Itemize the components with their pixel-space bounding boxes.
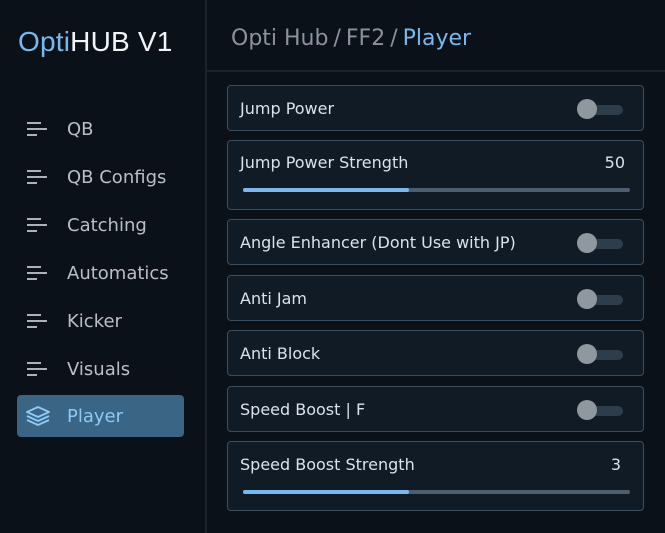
breadcrumb-current: Player bbox=[402, 26, 472, 51]
angle-enhancer-label: Angle Enhancer (Dont Use with JP) bbox=[240, 233, 516, 252]
list-icon bbox=[25, 167, 51, 187]
header: Opti Hub / FF2/Player bbox=[207, 0, 665, 72]
toggle-knob bbox=[577, 233, 597, 253]
sidebar-item-label: QB bbox=[67, 118, 94, 140]
anti-block-label: Anti Block bbox=[240, 344, 321, 363]
sidebar: OptiHUB V1 QB QB Configs Catching Automa… bbox=[0, 0, 207, 533]
jump-power-toggle[interactable] bbox=[577, 99, 623, 119]
sidebar-item-label: Kicker bbox=[67, 310, 122, 332]
sidebar-item-automatics[interactable]: Automatics bbox=[17, 252, 184, 294]
breadcrumb: Opti Hub / FF2/Player bbox=[231, 26, 471, 51]
toggle-knob bbox=[577, 289, 597, 309]
slider-fill bbox=[243, 188, 410, 192]
speed-boost-strength-slider[interactable] bbox=[243, 490, 630, 494]
sidebar-item-catching[interactable]: Catching bbox=[17, 204, 184, 246]
breadcrumb-separator: / bbox=[333, 26, 341, 51]
anti-block-card: Anti Block bbox=[227, 330, 644, 376]
app-title: OptiHUB V1 bbox=[18, 26, 173, 58]
list-icon bbox=[25, 359, 51, 379]
sidebar-item-visuals[interactable]: Visuals bbox=[17, 348, 184, 390]
breadcrumb-opti-hub[interactable]: Opti Hub bbox=[231, 26, 328, 51]
sidebar-item-qb[interactable]: QB bbox=[17, 108, 184, 150]
slider-fill bbox=[243, 490, 410, 494]
breadcrumb-separator: / bbox=[390, 26, 398, 51]
app-title-accent: Opti bbox=[18, 26, 71, 57]
jump-power-strength-label: Jump Power Strength bbox=[240, 153, 409, 172]
list-icon bbox=[25, 263, 51, 283]
toggle-knob bbox=[577, 344, 597, 364]
jump-power-card: Jump Power bbox=[227, 85, 644, 131]
breadcrumb-ff2[interactable]: FF2 bbox=[346, 26, 385, 51]
speed-boost-label: Speed Boost | F bbox=[240, 400, 366, 419]
speed-boost-toggle[interactable] bbox=[577, 400, 623, 420]
toggle-knob bbox=[577, 99, 597, 119]
sidebar-item-player[interactable]: Player bbox=[17, 395, 184, 437]
speed-boost-strength-value: 3 bbox=[610, 455, 621, 474]
speed-boost-strength-label: Speed Boost Strength bbox=[240, 455, 415, 474]
jump-power-label: Jump Power bbox=[240, 99, 335, 118]
list-icon bbox=[25, 311, 51, 331]
sidebar-item-qb-configs[interactable]: QB Configs bbox=[17, 156, 184, 198]
sidebar-item-label: Visuals bbox=[67, 358, 131, 380]
layers-icon bbox=[25, 406, 51, 426]
list-icon bbox=[25, 119, 51, 139]
sidebar-item-kicker[interactable]: Kicker bbox=[17, 300, 184, 342]
sidebar-item-label: Catching bbox=[67, 214, 147, 236]
speed-boost-strength-card: Speed Boost Strength 3 bbox=[227, 441, 644, 511]
sidebar-item-label: Automatics bbox=[67, 262, 169, 284]
speed-boost-card: Speed Boost | F bbox=[227, 386, 644, 432]
sidebar-item-label: Player bbox=[67, 405, 124, 427]
anti-block-toggle[interactable] bbox=[577, 344, 623, 364]
anti-jam-card: Anti Jam bbox=[227, 275, 644, 321]
toggle-knob bbox=[577, 400, 597, 420]
list-icon bbox=[25, 215, 51, 235]
app-title-rest: HUB V1 bbox=[70, 26, 173, 57]
anti-jam-label: Anti Jam bbox=[240, 289, 307, 308]
jump-power-strength-slider[interactable] bbox=[243, 188, 630, 192]
anti-jam-toggle[interactable] bbox=[577, 289, 623, 309]
angle-enhancer-toggle[interactable] bbox=[577, 233, 623, 253]
sidebar-item-label: QB Configs bbox=[67, 166, 167, 188]
angle-enhancer-card: Angle Enhancer (Dont Use with JP) bbox=[227, 219, 644, 265]
jump-power-strength-value: 50 bbox=[604, 153, 625, 172]
jump-power-strength-card: Jump Power Strength 50 bbox=[227, 140, 644, 210]
